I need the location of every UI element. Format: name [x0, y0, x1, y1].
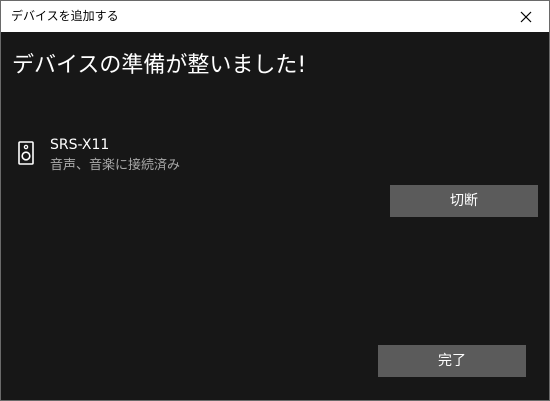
close-icon [520, 11, 532, 22]
title-bar: デバイスを追加する [1, 1, 549, 32]
window-title: デバイスを追加する [11, 9, 119, 23]
page-title: デバイスの準備が整いました! [12, 53, 307, 78]
close-button[interactable] [503, 1, 549, 32]
add-device-dialog: デバイスを追加する デバイスの準備が整いました! SRS-X11 音声、音楽に接… [0, 0, 550, 401]
speaker-icon [18, 141, 34, 165]
disconnect-button[interactable]: 切断 [390, 185, 538, 217]
device-name: SRS-X11 [50, 137, 110, 153]
done-button[interactable]: 完了 [378, 345, 526, 377]
device-status: 音声、音楽に接続済み [50, 158, 181, 173]
device-item: SRS-X11 音声、音楽に接続済み [17, 133, 317, 177]
